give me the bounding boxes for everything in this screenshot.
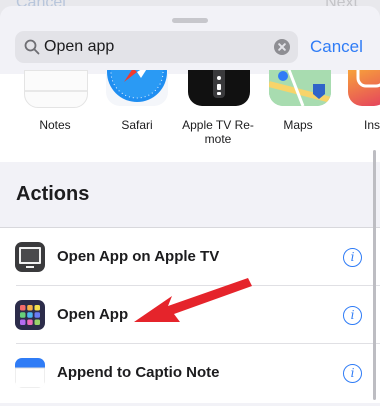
maps-app-icon — [269, 70, 331, 106]
notes-app-icon — [24, 70, 88, 108]
clear-search-icon[interactable] — [274, 39, 290, 55]
info-icon[interactable]: i — [343, 364, 362, 383]
captio-note-icon — [15, 358, 45, 388]
info-icon[interactable]: i — [343, 248, 362, 267]
action-label: Append to Captio Note — [57, 364, 220, 381]
scroll-indicator[interactable] — [373, 150, 376, 400]
app-label: Maps — [283, 118, 313, 132]
action-label: Open App — [57, 306, 129, 323]
search-field[interactable]: Open app — [15, 31, 298, 63]
app-label: Safari — [121, 118, 153, 132]
instagram-app-icon — [348, 70, 380, 106]
app-label: Notes — [39, 118, 71, 132]
apps-row: Notes Safari Apple TV Re- mote Maps Ins — [0, 70, 380, 162]
app-label: Apple TV Re- mote — [182, 118, 254, 146]
action-open-app[interactable]: Open App i — [0, 286, 380, 344]
section-title-actions: Actions — [16, 183, 90, 205]
action-append-to-captio-note[interactable]: Append to Captio Note i — [0, 344, 380, 402]
action-open-app-on-apple-tv[interactable]: Open App on Apple TV i — [0, 228, 380, 286]
cancel-button[interactable]: Cancel — [310, 37, 363, 57]
search-input[interactable]: Open app — [44, 38, 114, 56]
search-row: Open app Cancel — [15, 31, 380, 63]
action-label: Open App on Apple TV — [57, 248, 220, 265]
info-icon[interactable]: i — [343, 306, 362, 325]
safari-compass-icon — [106, 70, 168, 106]
actions-list: Open App on Apple TV i Open App i Append… — [0, 228, 380, 403]
app-grid-icon — [15, 300, 45, 330]
sheet-grabber[interactable] — [172, 18, 208, 23]
search-icon — [24, 39, 40, 55]
app-label: Insta — [363, 118, 380, 132]
apple-tv-screen-icon — [15, 242, 45, 272]
apple-tv-remote-icon — [188, 70, 250, 106]
